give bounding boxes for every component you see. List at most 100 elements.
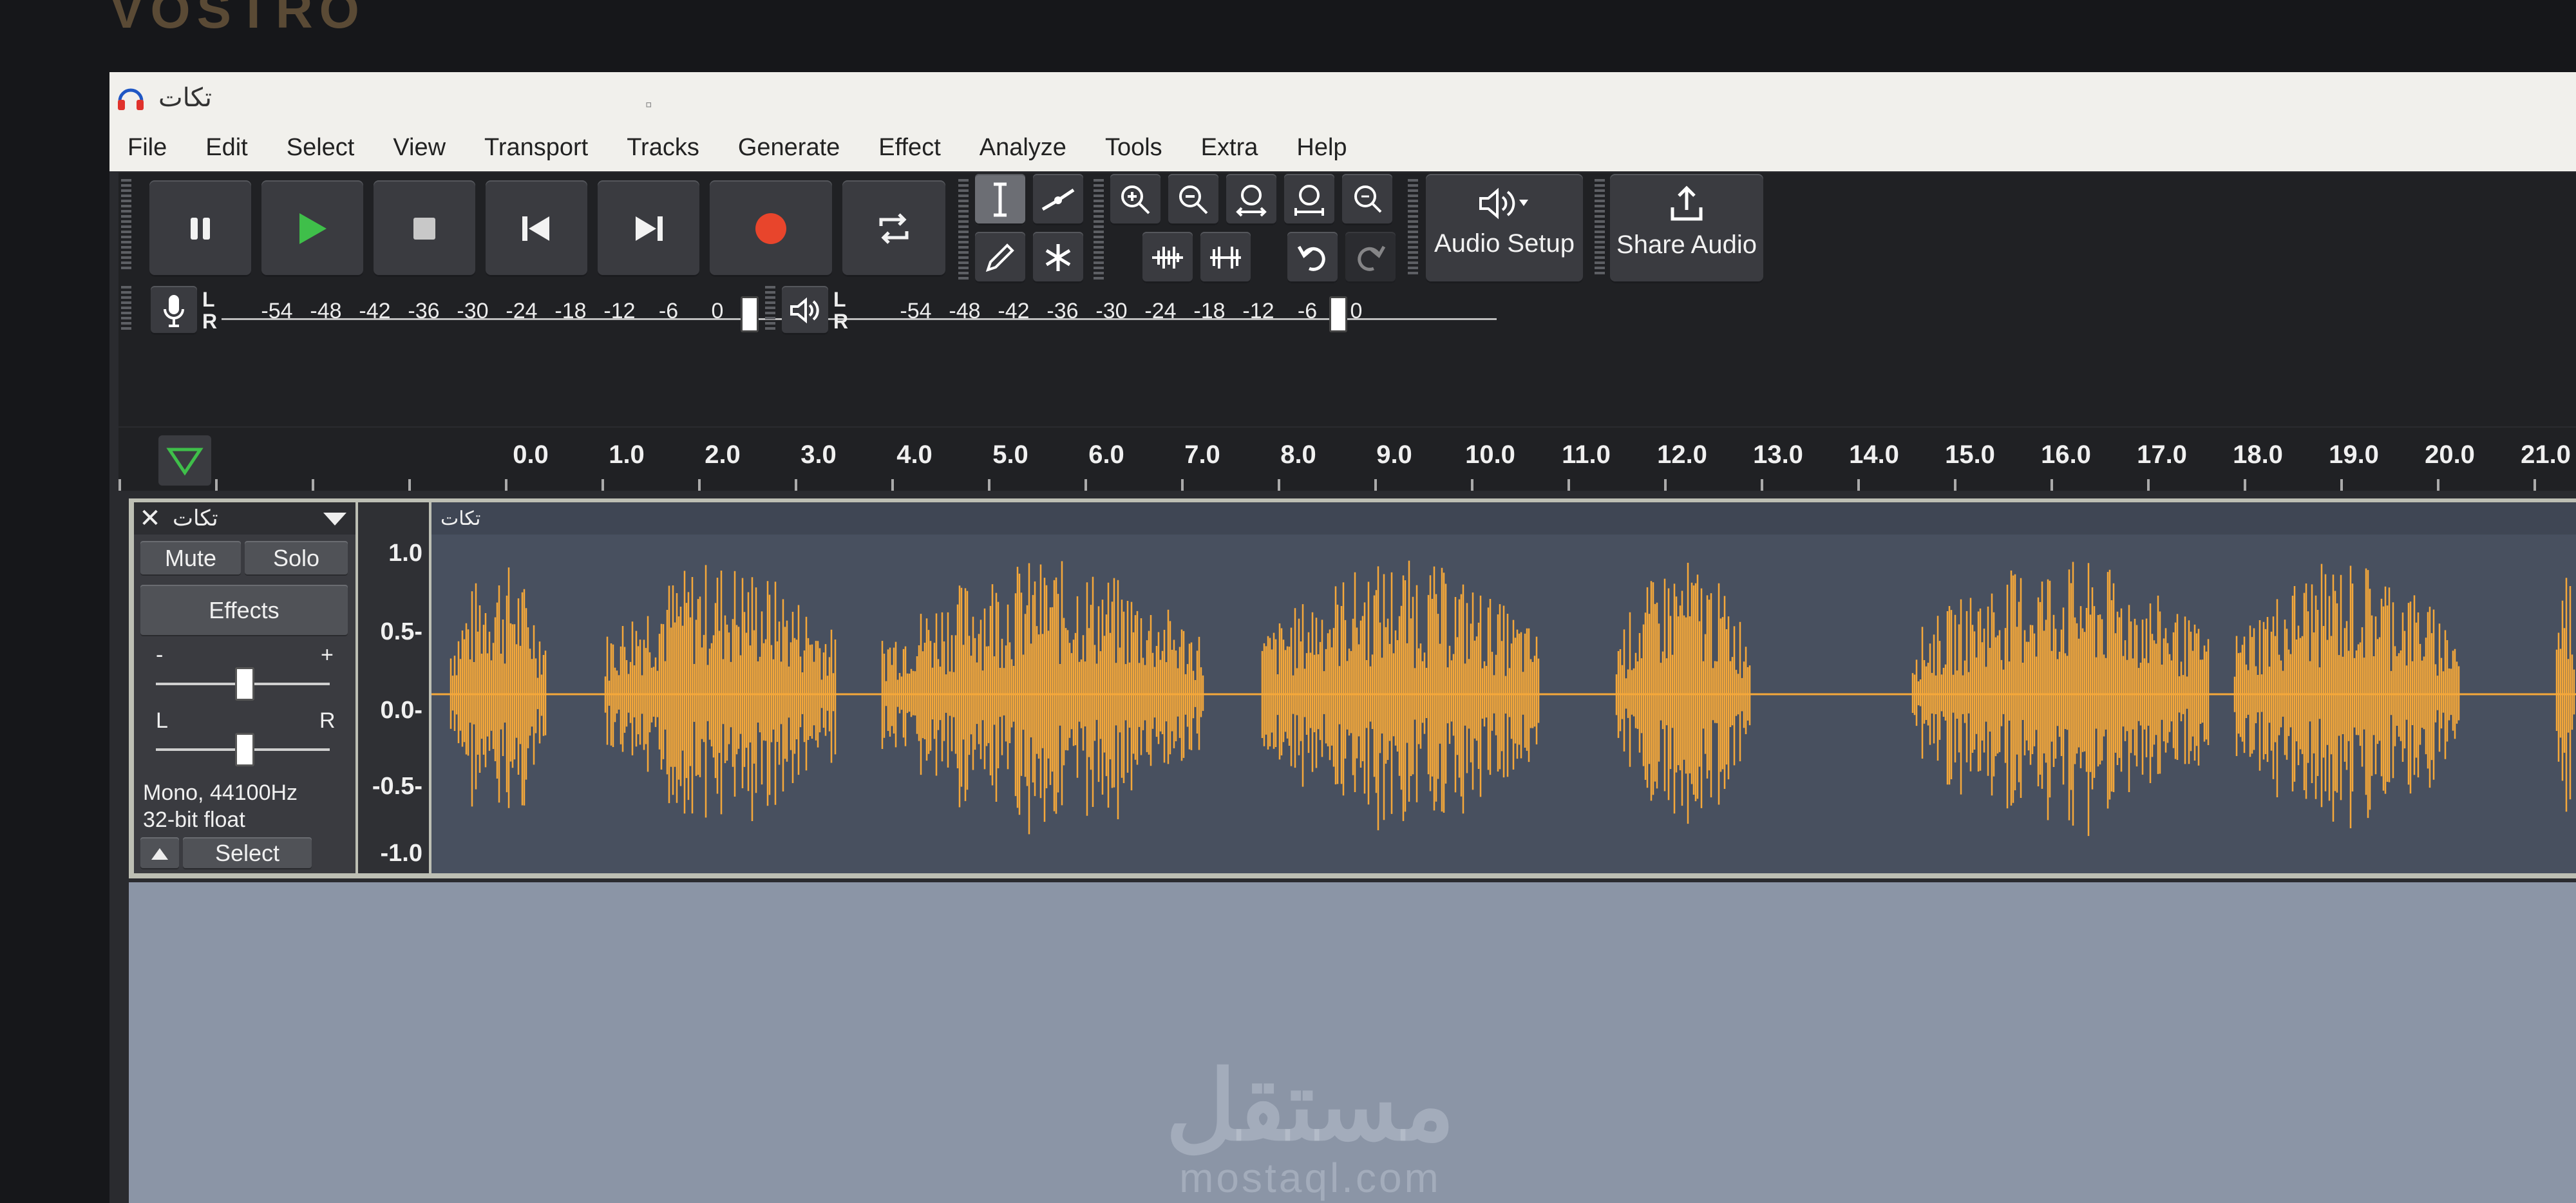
waveform-clip[interactable]: تكات	[431, 502, 2576, 873]
selection-tool-button[interactable]	[975, 174, 1025, 225]
transport-toolbar-grip[interactable]	[121, 179, 131, 269]
gain-slider-thumb[interactable]	[235, 667, 254, 701]
playback-scale-tick: -24	[1144, 299, 1177, 323]
menu-extra[interactable]: Extra	[1201, 134, 1258, 162]
mute-button[interactable]: Mute	[140, 541, 241, 576]
zoom-toggle-button[interactable]	[1342, 174, 1392, 225]
collapse-track-button[interactable]	[140, 837, 179, 869]
audio-track: ✕ تكات Mute Solo Effects - + L R Mono, 4…	[129, 498, 2576, 878]
timeline-label: 2.0	[705, 440, 741, 469]
menu-help[interactable]: Help	[1296, 134, 1347, 162]
playback-scale-tick: -12	[1242, 299, 1274, 323]
record-scale-tick: -54	[261, 299, 293, 323]
title-bar: تكات ▫	[109, 72, 2576, 124]
record-scale-tick: 0	[711, 299, 724, 323]
upload-icon	[1671, 185, 1703, 221]
tools-toolbar-grip[interactable]	[958, 179, 969, 282]
pause-button[interactable]	[149, 180, 251, 277]
share-audio-button[interactable]: Share Audio	[1610, 174, 1763, 283]
play-icon	[299, 213, 327, 244]
pan-slider-thumb[interactable]	[235, 733, 254, 766]
window-title: تكات	[158, 84, 213, 112]
timeline-label: 16.0	[2041, 440, 2091, 469]
menu-select[interactable]: Select	[287, 134, 355, 162]
play-button[interactable]	[261, 180, 363, 277]
menu-view[interactable]: View	[393, 134, 446, 162]
amplitude-label: 1.0	[388, 540, 422, 567]
menu-tracks[interactable]: Tracks	[627, 134, 699, 162]
draw-tool-button[interactable]	[975, 232, 1025, 283]
pan-right-label: R	[319, 708, 336, 733]
chevron-down-icon[interactable]	[321, 509, 349, 528]
track-bit-depth: 32-bit float	[143, 808, 245, 832]
amplitude-ruler: 1.0 0.5- 0.0- -0.5- -1.0	[358, 502, 429, 873]
playback-volume-thumb[interactable]	[1329, 296, 1347, 332]
menu-transport[interactable]: Transport	[484, 134, 588, 162]
watermark-latin: mostaql.com	[1179, 1155, 1441, 1201]
effects-button[interactable]: Effects	[140, 585, 348, 636]
audio-setup-button[interactable]: Audio Setup	[1426, 174, 1583, 283]
share-audio-grip[interactable]	[1595, 179, 1605, 276]
timeline-label: 8.0	[1280, 440, 1316, 469]
menu-generate[interactable]: Generate	[738, 134, 840, 162]
audio-setup-grip[interactable]	[1408, 179, 1418, 276]
multi-tool-button[interactable]	[1033, 232, 1083, 283]
record-volume-thumb[interactable]	[741, 296, 759, 332]
track-header: ✕ تكات	[134, 502, 355, 535]
playback-scale-tick: -42	[998, 299, 1030, 323]
watermark-arabic: مستقل	[1166, 1052, 1455, 1160]
menu-analyze[interactable]: Analyze	[980, 134, 1066, 162]
skip-end-icon	[636, 216, 663, 241]
headphones-icon	[118, 88, 144, 110]
record-button[interactable]	[710, 180, 832, 277]
record-meter-channels: LR	[202, 289, 217, 332]
edit-toolbar-grip[interactable]	[1094, 179, 1104, 282]
fit-project-button[interactable]	[1284, 174, 1334, 225]
menu-bar: File Edit Select View Transport Tracks G…	[109, 124, 2576, 171]
playback-meter-grip[interactable]	[765, 286, 775, 331]
stop-icon	[413, 218, 435, 240]
menu-file[interactable]: File	[128, 134, 167, 162]
timeline-label: 15.0	[1945, 440, 1995, 469]
solo-button[interactable]: Solo	[245, 541, 348, 576]
clip-title-bar[interactable]: تكات	[431, 502, 2576, 535]
playback-scale-tick: -48	[949, 299, 981, 323]
zoom-in-button[interactable]	[1110, 174, 1160, 225]
timeline-label: 21.0	[2521, 440, 2571, 469]
stop-button[interactable]	[374, 180, 475, 277]
silence-audio-button[interactable]	[1200, 232, 1251, 283]
record-meter-grip[interactable]	[121, 286, 131, 331]
zoom-selection-icon	[1236, 185, 1267, 217]
record-meter-right: R	[202, 310, 218, 333]
silence-icon	[1210, 247, 1241, 269]
close-track-icon[interactable]: ✕	[134, 504, 166, 533]
record-scale-tick: -24	[506, 299, 538, 323]
redo-button[interactable]	[1345, 232, 1396, 283]
timeline-labels: 0.0 1.0 2.0 3.0 4.0 5.0 6.0 7.0 8.0 9.0 10.0 11.0 12…	[118, 440, 2576, 473]
undo-button[interactable]	[1287, 232, 1338, 283]
menu-edit[interactable]: Edit	[205, 134, 247, 162]
menu-tools[interactable]: Tools	[1105, 134, 1162, 162]
fit-selection-button[interactable]	[1226, 174, 1276, 225]
microphone-icon	[164, 295, 184, 327]
amplitude-label: -1.0	[380, 840, 422, 867]
timeline-label: 1.0	[609, 440, 645, 469]
menu-effect[interactable]: Effect	[878, 134, 940, 162]
record-meter-button[interactable]	[151, 286, 197, 335]
trim-audio-button[interactable]	[1142, 232, 1193, 283]
record-scale-tick: -30	[457, 299, 489, 323]
zoom-out-button[interactable]	[1168, 174, 1218, 225]
skip-to-end-button[interactable]	[598, 180, 699, 277]
track-name-menu[interactable]: تكات	[166, 506, 321, 531]
select-track-button[interactable]: Select	[183, 837, 312, 869]
timeline-ruler[interactable]: 0.0 1.0 2.0 3.0 4.0 5.0 6.0 7.0 8.0 9.0 10.0 11.0 12…	[118, 428, 2576, 491]
playback-scale-tick: -30	[1095, 299, 1128, 323]
waveform[interactable]	[431, 535, 2576, 873]
playback-meter-channels: LR	[833, 289, 848, 332]
record-scale-tick: -42	[359, 299, 391, 323]
envelope-tool-button[interactable]	[1033, 174, 1083, 225]
waveform-samples	[450, 560, 2575, 837]
loop-button[interactable]	[842, 180, 945, 277]
playback-meter-button[interactable]	[782, 286, 828, 335]
skip-to-start-button[interactable]	[486, 180, 587, 277]
